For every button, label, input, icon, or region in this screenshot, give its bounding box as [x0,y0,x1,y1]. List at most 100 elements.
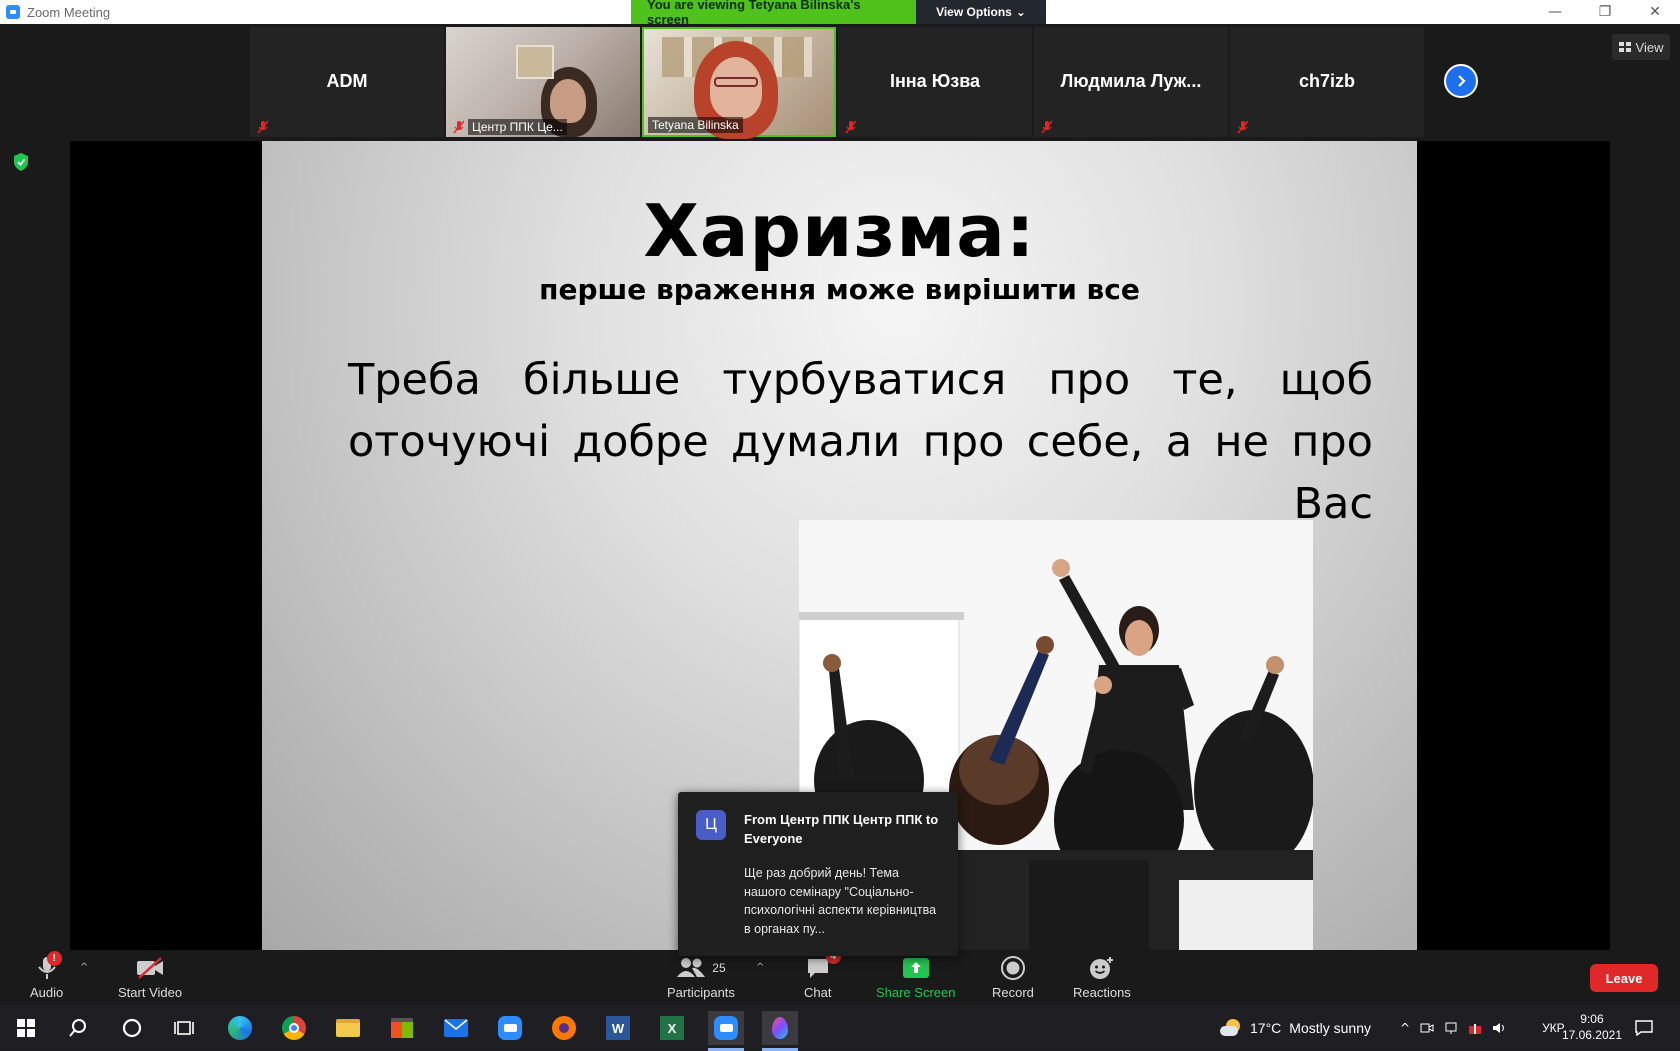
weather-description: Mostly sunny [1289,1019,1371,1036]
participant-tile[interactable]: ADM [250,27,444,137]
participant-tile[interactable]: Інна Юзва [838,27,1032,137]
view-options-button[interactable]: View Options ⌄ [916,0,1046,24]
glasses [714,77,758,87]
participants-icon: 25 [676,954,726,982]
audio-alert-badge: ! [46,951,62,966]
participant-tile[interactable]: Людмила Луж... [1034,27,1228,137]
search-icon [69,1019,86,1037]
chrome-icon [282,1016,306,1040]
close-button[interactable]: ✕ [1630,0,1680,24]
view-layout-button[interactable]: View [1612,34,1670,60]
wall-picture [516,45,554,79]
clock-date: 17.06.2021 [1561,1028,1622,1042]
chat-bubble-icon: 4 [805,949,841,982]
restore-button[interactable]: ❐ [1580,0,1630,24]
avast-icon [552,1016,576,1040]
chat-sender: From Центр ППК Центр ППК to Everyone [744,812,939,846]
task-view-icon [174,1021,194,1035]
windows-taskbar: W X 17°C Mostly sunny ^ УКР 9:06 17.06.2… [0,1005,1680,1051]
participant-tile[interactable]: ch7izb [1230,27,1424,137]
taskbar-excel[interactable]: X [654,1011,690,1045]
chat-button[interactable]: 4 Chat [804,949,841,1000]
muted-mic-icon [1041,120,1053,134]
participant-name: Центр ППК Це... [468,119,567,135]
record-button[interactable]: Record [992,954,1034,1000]
store-icon [391,1018,413,1038]
participants-button[interactable]: 25 Participants [667,954,735,1000]
share-screen-button[interactable]: Share Screen [876,954,956,1000]
participants-options-caret[interactable]: ^ [756,962,764,973]
participant-name: Tetyana Bilinska [648,117,743,133]
participants-count: 25 [712,961,726,975]
participant-tile-active-speaker[interactable]: Tetyana Bilinska [642,27,836,139]
weather-widget[interactable]: 17°C Mostly sunny [1220,1005,1371,1050]
gift-icon[interactable] [1468,1021,1482,1035]
slide-subtitle: перше враження може вирішити все [539,273,1140,306]
notification-bubble-icon [1635,1020,1653,1036]
edge-icon [228,1016,252,1040]
audio-options-caret[interactable]: ^ [80,962,88,973]
meet-now-icon[interactable] [1420,1021,1434,1035]
participant-video-face [710,57,762,119]
grid-icon [1618,42,1631,52]
taskbar-zoom-meeting[interactable] [708,1011,744,1051]
chat-message-preview: Ще раз добрий день! Тема нашого семінару… [744,866,937,936]
zoom-icon [498,1016,522,1040]
clock-time: 9:06 [1580,1012,1604,1026]
taskbar-mail[interactable] [438,1011,474,1045]
taskbar-edge[interactable] [222,1011,258,1045]
video-off-icon [135,954,165,982]
volume-icon[interactable] [1492,1021,1508,1035]
next-page-button[interactable] [1444,64,1478,98]
chat-notification-popup[interactable]: Ц From Центр ППК Центр ППК to Everyone Щ… [678,792,958,956]
share-screen-icon [902,954,930,982]
participant-name: ADM [326,71,368,91]
participant-name: Інна Юзва [889,71,981,91]
taskbar-word[interactable]: W [600,1011,636,1045]
start-video-button[interactable]: Start Video [118,954,182,1000]
taskbar-avast[interactable] [546,1011,582,1045]
window-controls: — ❐ ✕ [1530,0,1680,24]
taskbar-clock[interactable]: 9:06 17.06.2021 [1562,1011,1622,1043]
slide-body-text: Треба більше турбуватися про те, щоб ото… [348,355,1373,529]
screen-share-banner: You are viewing Tetyana Bilinska's scree… [631,0,1046,27]
encryption-shield-icon[interactable] [12,152,30,172]
muted-mic-icon [845,120,857,134]
network-icon[interactable] [1444,1021,1458,1035]
windows-start-button[interactable] [8,1011,44,1045]
excel-icon: X [660,1016,684,1040]
system-tray: ^ УКР [1400,1005,1565,1050]
muted-mic-icon [1237,120,1249,134]
task-view-button[interactable] [166,1011,202,1045]
participant-strip: ADM Центр ППК Це... Tetyana Bilinska Інн… [250,27,1424,139]
taskbar-zoom[interactable] [492,1011,528,1045]
leave-button[interactable]: Leave [1590,964,1658,992]
record-icon [1000,954,1026,982]
chevron-down-icon: ⌄ [1015,5,1026,19]
reactions-button[interactable]: Reactions [1073,954,1131,1000]
word-icon: W [606,1016,630,1040]
weather-sun-cloud-icon [1220,1018,1242,1037]
zoom-icon [714,1016,738,1040]
paint-drop-icon [772,1017,788,1039]
audio-button[interactable]: ! Audio [30,951,63,1000]
minimize-button[interactable]: — [1530,0,1580,24]
taskbar-store[interactable] [384,1011,420,1045]
smiley-plus-icon [1088,954,1116,982]
taskbar-file-explorer[interactable] [330,1011,366,1045]
taskbar-paint-app[interactable] [762,1011,798,1051]
folder-icon [336,1019,360,1037]
meeting-area: ADM Центр ППК Це... Tetyana Bilinska Інн… [0,24,1680,956]
windows-logo-icon [17,1019,35,1037]
zoom-app-icon [6,5,20,19]
mail-icon [444,1019,468,1037]
taskbar-chrome[interactable] [276,1011,312,1045]
cortana-button[interactable] [114,1011,150,1045]
muted-mic-icon [453,120,465,134]
chevron-right-icon [1458,75,1466,87]
tray-expand-icon[interactable]: ^ [1400,1021,1410,1035]
notifications-button[interactable] [1626,1011,1662,1045]
participant-tile-video[interactable]: Центр ППК Це... [446,27,640,137]
microphone-icon: ! [36,951,62,982]
taskbar-search-button[interactable] [60,1011,96,1045]
